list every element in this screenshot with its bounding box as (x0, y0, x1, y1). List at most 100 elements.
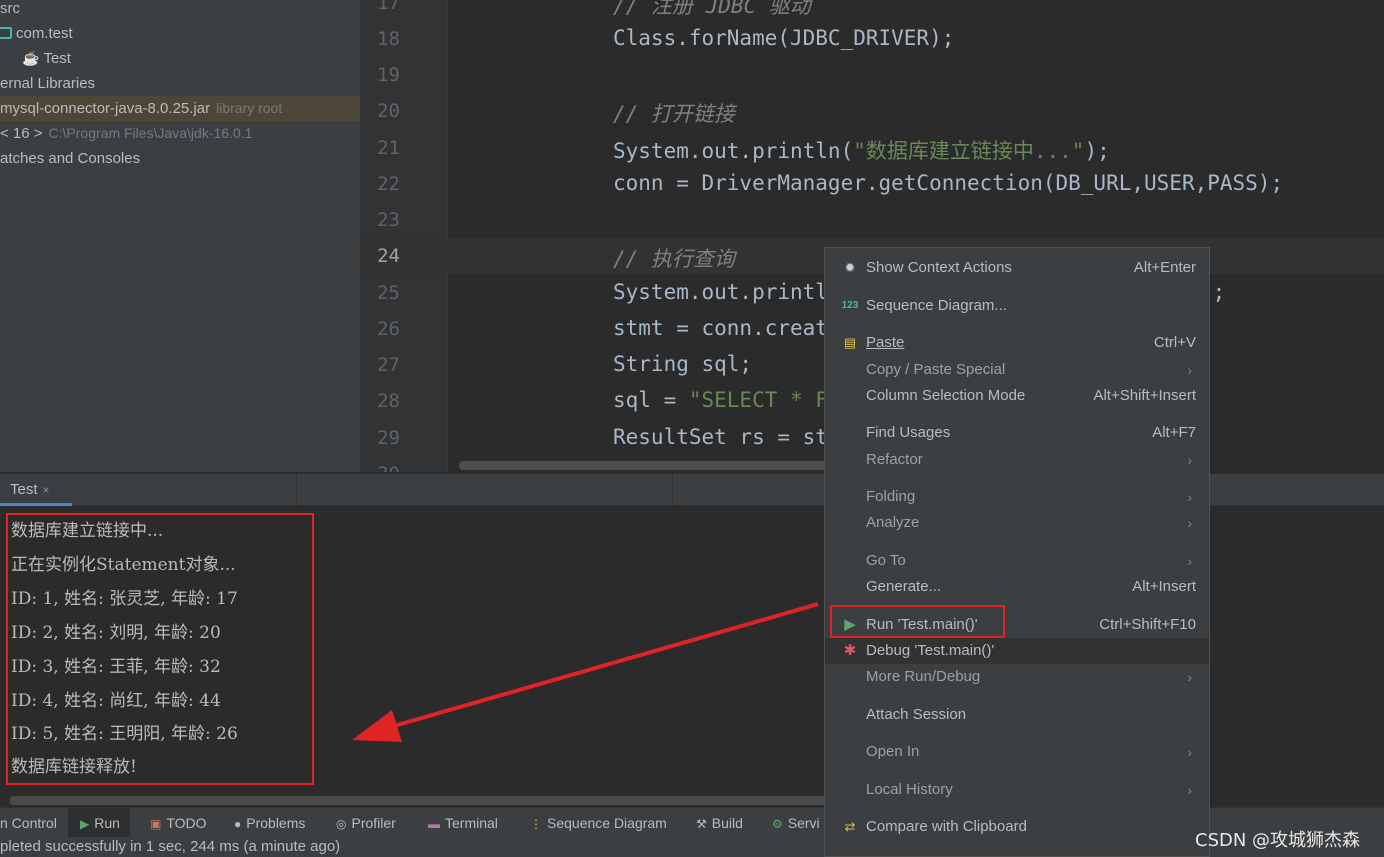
sequence-diagram-icon: ⋮ (530, 817, 542, 831)
output-highlight-box (6, 513, 314, 785)
toolbar-services[interactable]: ⚙ Servi (772, 808, 820, 838)
menu-item-column-selection-mode[interactable]: Column Selection Mode Alt+Shift+Insert (825, 383, 1209, 409)
toolbar-label: TODO (166, 815, 207, 831)
toolbar-label: Build (711, 815, 743, 831)
editor-horizontal-scrollbar[interactable] (459, 461, 839, 470)
code-segment: sql = (613, 388, 689, 412)
package-icon (0, 27, 12, 39)
toolbar-run[interactable]: ▶ Run (68, 808, 130, 838)
context-menu: ✹ Show Context Actions Alt+Enter 123 Seq… (824, 247, 1210, 857)
chevron-right-icon: › (1187, 553, 1192, 569)
menu-item-attach-session[interactable]: Attach Session (825, 702, 1209, 728)
menu-item-folding[interactable]: Folding › (825, 484, 1209, 510)
java-class-icon: ☕ (22, 50, 40, 66)
tree-item-mysql-jar[interactable]: mysql-connector-java-8.0.25.jar library r… (0, 96, 360, 121)
menu-item-show-context-actions[interactable]: ✹ Show Context Actions Alt+Enter (825, 255, 1209, 281)
menu-item-go-to[interactable]: Go To › (825, 548, 1209, 574)
line-number: 28 (377, 390, 400, 412)
code-comment: // 打开链接 (613, 102, 735, 126)
line-number-current: 24 (377, 245, 400, 267)
line-number: 22 (377, 173, 400, 195)
lightbulb-icon: ✹ (844, 260, 856, 275)
line-number: 26 (377, 318, 400, 340)
tree-item-hint: C:\Program Files\Java\jdk-16.0.1 (48, 125, 253, 141)
tree-item-package[interactable]: com.test (0, 21, 360, 46)
code-line-22: conn = DriverManager.getConnection(DB_UR… (613, 171, 1284, 195)
toolbar-label: Terminal (445, 815, 498, 831)
tree-item-jdk[interactable]: < 16 > C:\Program Files\Java\jdk-16.0.1 (0, 121, 360, 146)
code-string: "SELECT * F (688, 388, 828, 412)
line-number: 19 (377, 64, 400, 86)
menu-item-find-usages[interactable]: Find Usages Alt+F7 (825, 420, 1209, 446)
profiler-icon: ◎ (336, 817, 347, 831)
toolbar-label: Profiler (351, 815, 396, 831)
menu-item-refactor[interactable]: Refactor › (825, 447, 1209, 473)
line-number: 27 (377, 354, 400, 376)
code-comment: // 执行查询 (613, 247, 735, 271)
run-tab-test[interactable]: Test × (0, 474, 72, 506)
tree-item-test-class[interactable]: ☕ Test (0, 46, 360, 71)
chevron-right-icon: › (1187, 744, 1192, 760)
tree-item-hint: library root (216, 100, 283, 116)
toolbar-sequence-diagram[interactable]: ⋮ Sequence Diagram (530, 808, 667, 838)
menu-item-compare-with-clipboard[interactable]: ⇄ Compare with Clipboard (825, 814, 1209, 840)
code-segment: System.out.printl (613, 280, 828, 304)
toolbar-profiler[interactable]: ◎ Profiler (336, 808, 396, 838)
annotation-arrow (352, 602, 819, 742)
code-string: "数据库建立链接中..." (853, 139, 1085, 163)
menu-item-sequence-diagram[interactable]: 123 Sequence Diagram... (825, 293, 1209, 319)
header-divider (296, 474, 297, 506)
run-tab-label: Test (10, 481, 38, 498)
chevron-right-icon: › (1187, 669, 1192, 685)
code-line-25: System.out.printl (613, 280, 828, 304)
menu-item-more-run-debug[interactable]: More Run/Debug › (825, 664, 1209, 690)
chevron-right-icon: › (1187, 489, 1192, 505)
tree-item-external-libraries[interactable]: ernal Libraries (0, 71, 360, 96)
code-line-28: sql = "SELECT * F (613, 388, 828, 412)
build-icon: ⚒ (696, 817, 707, 831)
sequence-diagram-icon: 123 (841, 300, 859, 311)
line-number: 23 (377, 209, 400, 231)
header-divider (672, 474, 673, 506)
tree-item-label: ernal Libraries (0, 75, 96, 92)
code-line-24: // 执行查询 (613, 243, 735, 273)
close-icon[interactable]: × (43, 483, 50, 497)
tree-item-label: com.test (16, 25, 73, 42)
toolbar-problems[interactable]: ● Problems (234, 808, 305, 838)
code-line-29: ResultSet rs = st (613, 425, 828, 449)
code-line-21: System.out.println("数据库建立链接中..."); (613, 135, 1110, 165)
menu-item-copy-paste-special[interactable]: Copy / Paste Special › (825, 357, 1209, 383)
chevron-right-icon: › (1187, 452, 1192, 468)
chevron-right-icon: › (1187, 362, 1192, 378)
line-number: 20 (377, 100, 400, 122)
toolbar-version-control[interactable]: n Control (0, 808, 57, 838)
code-line-26: stmt = conn.creat (613, 316, 828, 340)
menu-item-open-in[interactable]: Open In › (825, 739, 1209, 765)
clipboard-icon: ▤ (843, 335, 857, 350)
menu-item-analyze[interactable]: Analyze › (825, 510, 1209, 536)
line-number: 18 (377, 28, 400, 50)
tree-item-scratches[interactable]: atches and Consoles (0, 146, 360, 171)
tree-item-label: mysql-connector-java-8.0.25.jar (0, 100, 211, 117)
project-panel: src com.test ☕ Test ernal Libraries mysql… (0, 0, 360, 472)
code-comment: // 注册 JDBC 驱动 (613, 0, 811, 18)
code-segment: ); (1084, 139, 1110, 163)
tree-item-src[interactable]: src (0, 0, 360, 21)
code-line-27: String sql; (613, 352, 753, 376)
code-line-18: Class.forName(JDBC_DRIVER); (613, 26, 955, 50)
toolbar-label: Servi (787, 815, 820, 831)
menu-item-local-history[interactable]: Local History › (825, 777, 1209, 803)
problems-icon: ● (234, 817, 242, 831)
menu-item-debug[interactable]: ✱ Debug 'Test.main()' (825, 638, 1209, 664)
menu-item-paste[interactable]: ▤ Paste Ctrl+V (825, 330, 1209, 356)
arrow-shaft (379, 602, 819, 732)
toolbar-terminal[interactable]: ▬ Terminal (428, 808, 498, 838)
watermark: CSDN @攻城狮杰森 (1195, 830, 1361, 851)
toolbar-build[interactable]: ⚒ Build (696, 808, 743, 838)
line-number: 29 (377, 427, 400, 449)
services-icon: ⚙ (772, 817, 783, 831)
tree-item-label: Test (43, 50, 71, 67)
toolbar-todo[interactable]: ▣ TODO (150, 808, 207, 838)
menu-item-generate[interactable]: Generate... Alt+Insert (825, 574, 1209, 600)
line-number: 25 (377, 282, 400, 304)
